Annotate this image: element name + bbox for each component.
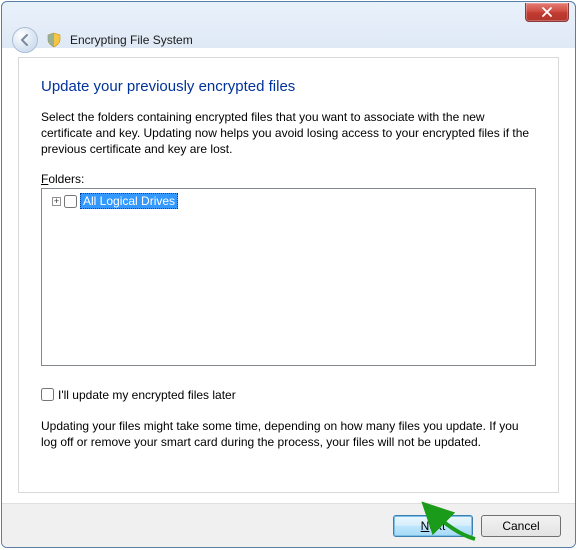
header-title: Encrypting File System xyxy=(70,33,193,47)
folders-label: Folders: xyxy=(41,172,536,186)
close-button[interactable] xyxy=(525,3,569,22)
update-later-label: I'll update my encrypted files later xyxy=(58,388,236,402)
content-panel: Update your previously encrypted files S… xyxy=(18,57,559,493)
cancel-button[interactable]: Cancel xyxy=(481,515,561,537)
footer: Next Cancel xyxy=(2,503,575,547)
shield-icon xyxy=(46,32,62,48)
titlebar xyxy=(2,2,575,30)
next-button[interactable]: Next xyxy=(393,515,473,537)
folders-tree[interactable]: + All Logical Drives xyxy=(41,188,536,366)
back-button[interactable] xyxy=(12,27,38,53)
update-later-row[interactable]: I'll update my encrypted files later xyxy=(41,388,536,402)
tree-row[interactable]: + All Logical Drives xyxy=(46,193,531,210)
back-arrow-icon xyxy=(18,33,32,47)
close-icon xyxy=(541,7,553,17)
header-row: Encrypting File System xyxy=(12,28,565,52)
tree-expander[interactable]: + xyxy=(52,197,61,206)
tree-checkbox[interactable] xyxy=(64,195,77,208)
intro-text: Select the folders containing encrypted … xyxy=(41,109,536,158)
wizard-window: Encrypting File System Update your previ… xyxy=(1,1,576,548)
page-heading: Update your previously encrypted files xyxy=(41,78,536,95)
tree-item-all-logical-drives[interactable]: All Logical Drives xyxy=(80,193,178,209)
note-text: Updating your files might take some time… xyxy=(41,418,536,450)
update-later-checkbox[interactable] xyxy=(41,388,54,401)
